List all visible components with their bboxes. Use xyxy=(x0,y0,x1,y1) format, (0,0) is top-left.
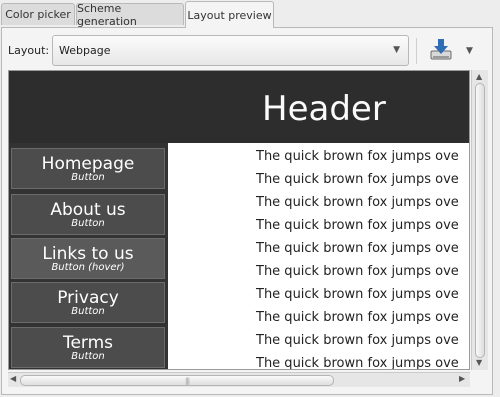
vertical-scrollbar[interactable]: ▲ ▼ xyxy=(471,70,488,370)
preview-sidebar: Homepage Button About us Button Links to… xyxy=(9,143,168,369)
download-icon xyxy=(430,39,452,60)
layout-label: Layout: xyxy=(8,44,50,57)
scroll-up-icon[interactable]: ▲ xyxy=(476,72,482,81)
nav-label: Links to us xyxy=(42,244,134,264)
preview-content: The quick brown fox jumps ove The quick … xyxy=(168,143,469,370)
nav-button-privacy[interactable]: Privacy Button xyxy=(11,282,165,323)
nav-label: About us xyxy=(50,200,126,220)
nav-button-about-us[interactable]: About us Button xyxy=(11,194,165,235)
layout-select[interactable]: Webpage ▼ xyxy=(52,35,409,66)
tab-color-picker[interactable]: Color picker xyxy=(1,3,75,25)
nav-button-homepage[interactable]: Homepage Button xyxy=(11,148,165,189)
body-text-line: The quick brown fox jumps ove xyxy=(256,264,459,279)
toolbar-separator xyxy=(416,38,417,64)
chevron-down-icon: ▼ xyxy=(393,45,400,55)
horizontal-scrollbar[interactable]: ◀ ||| ▶ xyxy=(8,372,470,387)
nav-label: Terms xyxy=(62,333,114,353)
nav-sublabel: Button xyxy=(71,306,105,317)
tab-bar: Color picker Scheme generation Layout pr… xyxy=(0,0,500,28)
nav-label: Homepage xyxy=(41,154,135,174)
body-text-line: The quick brown fox jumps ove xyxy=(256,310,459,325)
grip-icon: ||| xyxy=(185,377,190,385)
nav-button-links-to-us[interactable]: Links to us Button (hover) xyxy=(11,238,165,279)
preview-header: Header xyxy=(9,71,469,143)
tab-label: Layout preview xyxy=(187,8,272,22)
scroll-right-icon[interactable]: ▶ xyxy=(459,374,465,383)
nav-sublabel: Button xyxy=(71,172,105,183)
tab-label: Color picker xyxy=(5,8,71,21)
body-text-line: The quick brown fox jumps ove xyxy=(256,195,459,210)
scroll-left-icon[interactable]: ◀ xyxy=(10,374,16,383)
nav-sublabel: Button xyxy=(71,218,105,229)
preview-header-text: Header xyxy=(262,89,386,129)
body-text-line: The quick brown fox jumps ove xyxy=(256,241,459,256)
nav-label: Privacy xyxy=(57,288,119,308)
tab-scheme-generation[interactable]: Scheme generation xyxy=(76,1,184,28)
body-text-line: The quick brown fox jumps ove xyxy=(256,287,459,302)
chevron-down-icon[interactable]: ▼ xyxy=(466,46,473,56)
body-text-line: The quick brown fox jumps ove xyxy=(256,218,459,233)
vertical-scroll-thumb[interactable] xyxy=(475,83,485,358)
scroll-down-icon[interactable]: ▼ xyxy=(476,358,482,367)
nav-button-terms[interactable]: Terms Button xyxy=(11,327,165,368)
horizontal-scroll-thumb[interactable]: ||| xyxy=(20,375,334,386)
tab-label: Scheme generation xyxy=(77,1,137,28)
nav-sublabel: Button xyxy=(71,351,105,362)
tab-layout-preview[interactable]: Layout preview xyxy=(185,1,274,28)
body-text-line: The quick brown fox jumps ove xyxy=(256,172,459,187)
layout-select-value: Webpage xyxy=(59,44,111,57)
save-button[interactable] xyxy=(428,37,454,63)
body-text-line: The quick brown fox jumps ove xyxy=(256,149,459,164)
layout-preview: Header Homepage Button About us Button L… xyxy=(8,70,470,370)
nav-sublabel: Button (hover) xyxy=(51,262,125,273)
body-text-line: The quick brown fox jumps ove xyxy=(256,333,459,348)
body-text-line: The quick brown fox jumps ove xyxy=(256,356,459,370)
